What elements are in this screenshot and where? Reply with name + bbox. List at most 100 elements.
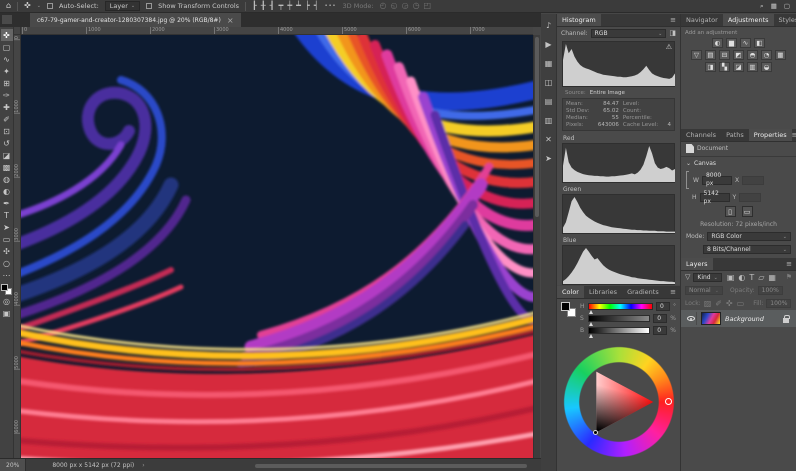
dock-toggle-icon[interactable] xyxy=(2,15,12,24)
width-field[interactable]: 8000 px xyxy=(702,176,732,185)
actions-panel-icon[interactable]: ▶ xyxy=(543,38,555,50)
align-top-icon[interactable]: ┯ xyxy=(279,2,284,10)
exposure-icon[interactable]: ◧ xyxy=(754,38,765,48)
horizontal-scrollbar-thumb[interactable] xyxy=(255,464,527,468)
close-icon[interactable]: × xyxy=(227,16,234,25)
panel-menu-icon[interactable]: ≡ xyxy=(792,131,796,141)
curves-icon[interactable]: ∿ xyxy=(740,38,751,48)
canvas-image[interactable] xyxy=(21,35,533,458)
photo-filter-icon[interactable]: ◓ xyxy=(747,50,758,60)
color-balance-icon[interactable]: ⊟ xyxy=(719,50,730,60)
tab-properties[interactable]: Properties xyxy=(749,129,792,141)
h-value-field[interactable]: 0 xyxy=(656,302,670,311)
document-tab[interactable]: c67-79-gamer-and-creator-1280307384.jpg … xyxy=(30,13,241,27)
gradient-map-icon[interactable]: ▥ xyxy=(747,62,758,72)
3d-orbit-icon[interactable]: ◴ xyxy=(380,2,387,10)
align-right-icon[interactable]: ┨ xyxy=(270,2,275,10)
brush-tool[interactable]: ✐ xyxy=(1,113,13,125)
history-brush-tool[interactable]: ↺ xyxy=(1,137,13,149)
vertical-scrollbar-thumb[interactable] xyxy=(535,37,539,217)
lock-artboard-icon[interactable]: ▭ xyxy=(737,300,745,308)
more-options-icon[interactable]: ••• xyxy=(325,3,337,9)
warning-icon[interactable]: ⚠ xyxy=(666,43,672,51)
color-lookup-icon[interactable]: ▦ xyxy=(775,50,786,60)
workspace-icon[interactable]: ▦ xyxy=(771,2,777,11)
filter-image-icon[interactable]: ▣ xyxy=(727,274,735,282)
notes-panel-icon[interactable]: ♪ xyxy=(543,19,555,31)
selective-color-icon[interactable]: ◒ xyxy=(761,62,772,72)
vibrance-icon[interactable]: ▽ xyxy=(691,50,702,60)
tab-libraries[interactable]: Libraries xyxy=(584,286,622,298)
panel-menu-icon[interactable]: ≡ xyxy=(670,288,680,298)
lock-position-icon[interactable]: ✜ xyxy=(726,300,733,308)
filter-kind-dropdown[interactable]: Kind ⌄ xyxy=(693,273,721,282)
align-middle-icon[interactable]: ┿ xyxy=(287,2,292,10)
color-mode-dropdown[interactable]: RGB Color ⌄ xyxy=(707,232,791,241)
lock-image-icon[interactable]: ✐ xyxy=(715,300,722,308)
quick-selection-tool[interactable]: ✦ xyxy=(1,65,13,77)
swatches-panel-icon[interactable]: ▦ xyxy=(543,57,555,69)
distribute-v-icon[interactable]: ┥ xyxy=(314,2,319,10)
marquee-tool[interactable]: ▢ xyxy=(1,41,13,53)
b-value-field[interactable]: 0 xyxy=(653,326,667,335)
paragraph-panel-icon[interactable]: ▤ xyxy=(543,95,555,107)
channel-dropdown[interactable]: RGB ⌄ xyxy=(591,29,667,38)
pen-tool[interactable]: ✒ xyxy=(1,197,13,209)
move-tool[interactable]: ✜ xyxy=(1,29,13,41)
blur-tool[interactable]: ◍ xyxy=(1,173,13,185)
status-chevron-icon[interactable]: › xyxy=(142,462,144,469)
3d-pan-icon[interactable]: ◶ xyxy=(402,2,409,10)
rectangle-tool[interactable]: ▭ xyxy=(1,233,13,245)
link-dimensions-icon[interactable] xyxy=(686,171,689,189)
align-left-icon[interactable]: ┠ xyxy=(252,2,257,10)
channel-mixer-icon[interactable]: ◔ xyxy=(761,50,772,60)
brightness-contrast-icon[interactable]: ◐ xyxy=(712,38,723,48)
show-transform-checkbox[interactable] xyxy=(146,3,152,9)
auto-select-target-dropdown[interactable]: Layer ⌄ xyxy=(105,1,140,11)
uncollapsed-view-icon[interactable]: ◨ xyxy=(669,30,676,37)
type-tool[interactable]: T xyxy=(1,209,13,221)
3d-slide-icon[interactable]: ◷ xyxy=(413,2,420,10)
slider-knob[interactable] xyxy=(589,310,593,314)
character-panel-icon[interactable]: ◫ xyxy=(543,76,555,88)
levels-icon[interactable]: ▆ xyxy=(726,38,737,48)
filter-smart-object-icon[interactable]: ▦ xyxy=(768,274,776,282)
black-white-icon[interactable]: ◩ xyxy=(733,50,744,60)
orientation-landscape-button[interactable]: ▭ xyxy=(742,206,753,217)
bit-depth-dropdown[interactable]: 8 Bits/Channel ⌄ xyxy=(703,245,791,254)
path-selection-tool[interactable]: ➤ xyxy=(1,221,13,233)
vertical-scrollbar[interactable] xyxy=(533,35,540,458)
lasso-tool[interactable]: ∿ xyxy=(1,53,13,65)
s-slider[interactable] xyxy=(588,315,650,322)
healing-brush-tool[interactable]: ✚ xyxy=(1,101,13,113)
hue-saturation-icon[interactable]: ▤ xyxy=(705,50,716,60)
dodge-tool[interactable]: ◐ xyxy=(1,185,13,197)
eyedropper-tool[interactable]: ✑ xyxy=(1,89,13,101)
color-wheel[interactable] xyxy=(563,346,675,458)
tab-navigator[interactable]: Navigator xyxy=(681,14,723,26)
slider-knob[interactable] xyxy=(589,322,593,326)
zoom-tool[interactable]: ○ xyxy=(1,257,13,269)
sv-marker[interactable] xyxy=(593,430,598,435)
zoom-level-field[interactable]: 20% xyxy=(0,459,26,471)
screen-mode-button[interactable]: ▣ xyxy=(1,307,13,319)
blend-mode-dropdown[interactable]: Normal ⌄ xyxy=(685,286,723,295)
lock-transparency-icon[interactable]: ▨ xyxy=(704,300,712,308)
eraser-tool[interactable]: ◪ xyxy=(1,149,13,161)
3d-scale-icon[interactable]: ◰ xyxy=(424,2,432,10)
opacity-field[interactable]: 100% xyxy=(758,286,783,295)
panel-menu-icon[interactable]: ≡ xyxy=(670,16,680,26)
filter-toggle-icon[interactable]: ⚑ xyxy=(786,274,792,281)
layer-row-background[interactable]: Background xyxy=(681,310,796,327)
3d-roll-icon[interactable]: ◵ xyxy=(391,2,398,10)
filter-shape-icon[interactable]: ▱ xyxy=(758,274,764,282)
gradient-tool[interactable]: ▩ xyxy=(1,161,13,173)
b-slider[interactable] xyxy=(588,327,650,334)
orientation-portrait-button[interactable]: ▯ xyxy=(725,206,736,217)
chevron-down-icon[interactable]: ⌄ xyxy=(686,160,691,167)
tab-channels[interactable]: Channels xyxy=(681,129,721,141)
threshold-icon[interactable]: ◪ xyxy=(733,62,744,72)
hue-marker[interactable] xyxy=(665,398,672,405)
panel-menu-icon[interactable]: ≡ xyxy=(786,260,796,270)
s-value-field[interactable]: 0 xyxy=(653,314,667,323)
